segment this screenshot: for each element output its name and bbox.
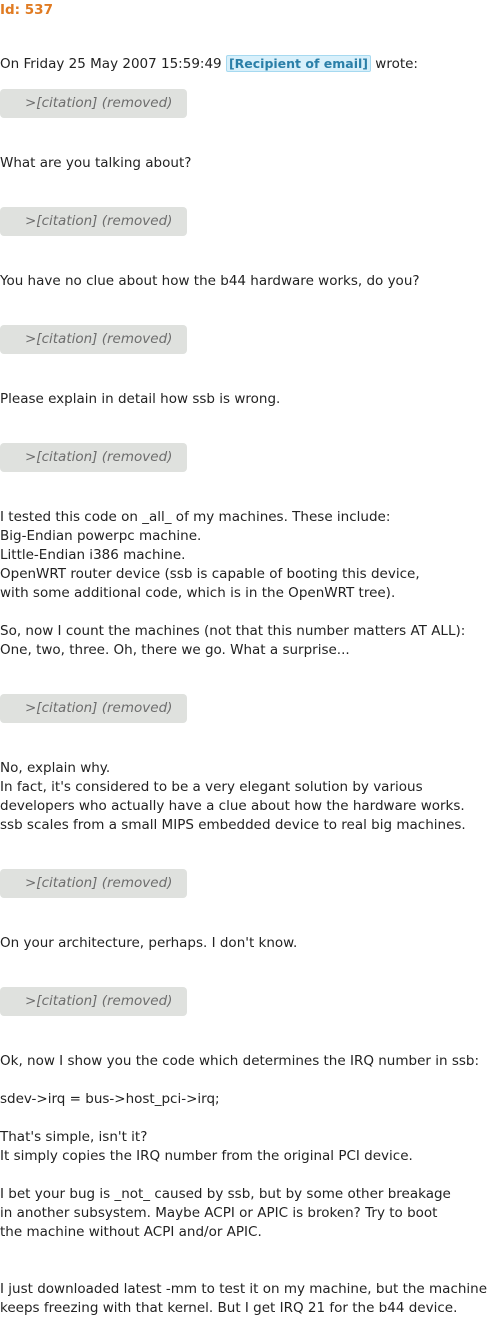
text-line: OpenWRT router device (ssb is capable of…	[0, 566, 420, 582]
text-line: Little-Endian i386 machine.	[0, 547, 186, 563]
reply-paragraph-10: That's simple, isn't it? It simply copie…	[0, 1128, 413, 1166]
reply-paragraph-5: So, now I count the machines (not that t…	[0, 622, 465, 660]
text-line: On your architecture, perhaps. I don't k…	[0, 935, 298, 951]
quote-attribution: On Friday 25 May 2007 15:59:49 [Recipien…	[0, 55, 418, 74]
text-line: Ok, now I show you the code which determ…	[0, 1053, 479, 1069]
reply-paragraph-11: I bet your bug is _not_ caused by ssb, b…	[0, 1185, 451, 1242]
citation-block: >[citation] (removed)	[0, 207, 187, 236]
text-line: in another subsystem. Maybe ACPI or APIC…	[0, 1205, 438, 1221]
citation-block: >[citation] (removed)	[0, 89, 187, 118]
citation-block: >[citation] (removed)	[0, 869, 187, 898]
text-line: You have no clue about how the b44 hardw…	[0, 273, 420, 289]
text-line: keeps freezing with that kernel. But I g…	[0, 1300, 458, 1316]
attribution-suffix: wrote:	[375, 56, 418, 72]
text-line: Big-Endian powerpc machine.	[0, 528, 202, 544]
reply-paragraph-8: Ok, now I show you the code which determ…	[0, 1052, 479, 1071]
reply-paragraph-12: I just downloaded latest -mm to test it …	[0, 1280, 487, 1318]
text-line: I just downloaded latest -mm to test it …	[0, 1281, 488, 1297]
text-line: with some additional code, which is in t…	[0, 585, 396, 601]
text-line: developers who actually have a clue abou…	[0, 798, 465, 814]
citation-block: >[citation] (removed)	[0, 443, 187, 472]
text-line: I bet your bug is _not_ caused by ssb, b…	[0, 1186, 451, 1202]
reply-paragraph-7: On your architecture, perhaps. I don't k…	[0, 934, 297, 953]
text-line: What are you talking about?	[0, 155, 192, 171]
reply-paragraph-1: What are you talking about?	[0, 154, 191, 173]
text-line: the machine without ACPI and/or APIC.	[0, 1224, 262, 1240]
code-line: sdev->irq = bus->host_pci->irq;	[0, 1090, 220, 1109]
text-line: It simply copies the IRQ number from the…	[0, 1148, 413, 1164]
text-line: That's simple, isn't it?	[0, 1129, 148, 1145]
text-line: ssb scales from a small MIPS embedded de…	[0, 817, 466, 833]
text-line: sdev->irq = bus->host_pci->irq;	[0, 1091, 220, 1107]
reply-paragraph-3: Please explain in detail how ssb is wron…	[0, 390, 280, 409]
citation-block: >[citation] (removed)	[0, 987, 187, 1016]
recipient-tag: [Recipient of email]	[225, 55, 371, 72]
attribution-date: On Friday 25 May 2007 15:59:49	[0, 56, 222, 72]
text-line: So, now I count the machines (not that t…	[0, 623, 466, 639]
reply-paragraph-6: No, explain why. In fact, it's considere…	[0, 759, 466, 835]
message-id: Id: 537	[0, 2, 53, 18]
citation-block: >[citation] (removed)	[0, 325, 187, 354]
reply-paragraph-2: You have no clue about how the b44 hardw…	[0, 272, 420, 291]
text-line: I tested this code on _all_ of my machin…	[0, 509, 391, 525]
reply-paragraph-4: I tested this code on _all_ of my machin…	[0, 508, 420, 603]
text-line: Please explain in detail how ssb is wron…	[0, 391, 281, 407]
citation-block: >[citation] (removed)	[0, 694, 187, 723]
text-line: In fact, it's considered to be a very el…	[0, 779, 423, 795]
text-line: No, explain why.	[0, 760, 111, 776]
text-line: One, two, three. Oh, there we go. What a…	[0, 642, 350, 658]
